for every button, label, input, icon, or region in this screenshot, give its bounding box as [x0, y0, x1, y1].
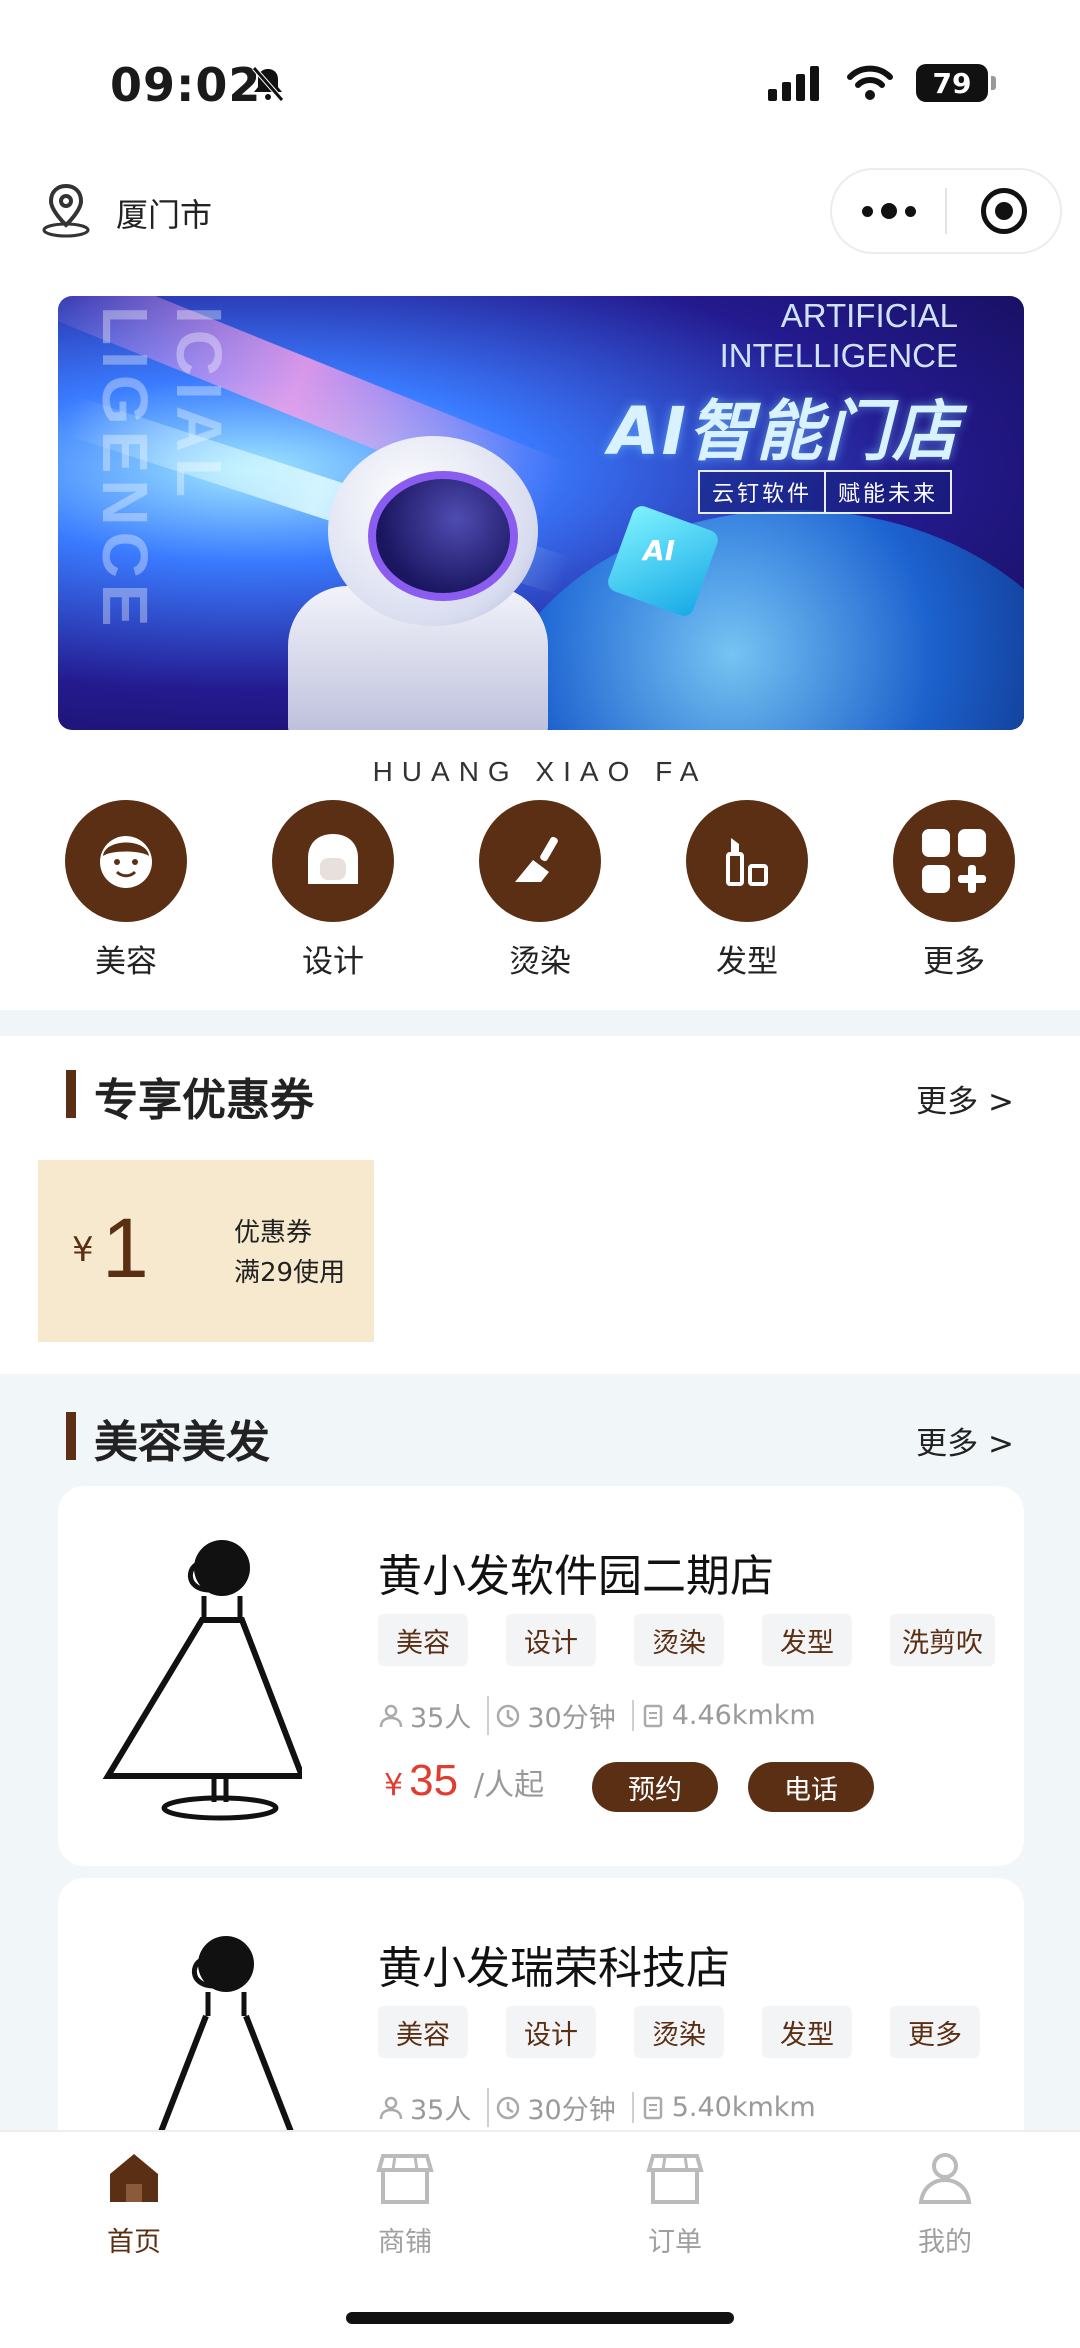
store-tags: 美容 设计 烫染 发型 洗剪吹	[378, 1614, 995, 1666]
call-button[interactable]: 电话	[748, 1762, 874, 1812]
grid-plus-icon	[922, 829, 986, 893]
promo-banner[interactable]: ICIAL LIGENCE AI ARTIFICIAL INTELLIGENCE…	[58, 296, 1024, 730]
close-miniprogram-button[interactable]	[947, 170, 1060, 252]
store-tag: 烫染	[634, 2006, 724, 2058]
lipstick-icon	[726, 838, 768, 886]
store-section-title: 美容美发	[94, 1417, 270, 1468]
store-tag: 发型	[762, 1614, 852, 1666]
store-tag: 洗剪吹	[890, 1614, 995, 1666]
home-indicator	[346, 2312, 734, 2324]
store-avatar	[102, 1540, 302, 1821]
signal-icon	[768, 66, 819, 101]
store-meta: 35人 30分钟 4.46kmkm	[378, 1696, 832, 1735]
location-pin-icon[interactable]	[36, 180, 96, 240]
coupon-more-link[interactable]: 更多 >	[916, 1076, 1014, 1121]
shop-icon	[376, 2154, 434, 2204]
tab-shop[interactable]: 商铺	[315, 2148, 495, 2259]
document-icon	[643, 2096, 662, 2119]
miniprogram-capsule	[830, 168, 1062, 254]
store-avatar	[155, 1936, 297, 2138]
wifi-icon	[847, 65, 893, 100]
store-card[interactable]: 黄小发软件园二期店 美容 设计 烫染 发型 洗剪吹 35人 30分钟 4.46k…	[58, 1486, 1024, 1866]
tab-profile[interactable]: 我的	[855, 2148, 1035, 2259]
store-tag: 烫染	[634, 1614, 724, 1666]
store-meta: 35人 30分钟 5.40kmkm	[378, 2088, 832, 2127]
store-card[interactable]: 黄小发瑞荣科技店 美容 设计 烫染 发型 更多 35人 30分钟 5.40kmk…	[58, 1878, 1024, 2138]
banner-english-text: ARTIFICIAL INTELLIGENCE	[719, 297, 958, 374]
category-more[interactable]: 更多	[879, 800, 1029, 981]
clock-icon	[497, 2096, 520, 2119]
store-tag: 美容	[378, 1614, 468, 1666]
store-tag: 设计	[506, 2006, 596, 2058]
banner-title: AI智能门店	[608, 393, 960, 470]
category-perm-dye[interactable]: 烫染	[465, 800, 615, 981]
clock-icon	[497, 1704, 520, 1727]
more-menu-button[interactable]	[832, 170, 945, 252]
store-section-header: 美容美发 更多 >	[0, 1392, 1080, 1472]
coupon-amount: 1	[102, 1201, 149, 1295]
store-price: ¥ 35 /人起	[384, 1756, 545, 1805]
tab-home[interactable]: 首页	[44, 2148, 224, 2259]
coupon-section-header: 专享优惠券 更多 >	[0, 1050, 1080, 1130]
store-tag-more[interactable]: 更多	[890, 2006, 980, 2058]
tab-orders[interactable]: 订单	[585, 2148, 765, 2259]
category-grid: 美容 设计 烫染 发型 更多	[0, 800, 1080, 980]
store-name: 黄小发瑞荣科技店	[378, 1943, 730, 1994]
user-icon	[918, 2153, 972, 2204]
store-name: 黄小发软件园二期店	[378, 1551, 774, 1602]
coupon-card[interactable]: ¥ 1 优惠券 满29使用	[38, 1160, 374, 1342]
category-hairstyle[interactable]: 发型	[672, 800, 822, 981]
coupon-section-title: 专享优惠券	[94, 1075, 314, 1126]
person-icon	[379, 1704, 403, 1727]
banner-subtitle: 云钉软件 赋能未来	[697, 470, 952, 514]
home-icon	[110, 2154, 158, 2202]
status-time: 09:02	[110, 58, 262, 112]
store-tag: 美容	[378, 2006, 468, 2058]
target-icon	[980, 188, 1027, 234]
battery-indicator: 79	[916, 64, 996, 102]
category-beauty[interactable]: 美容	[51, 800, 201, 981]
store-tag: 发型	[762, 2006, 852, 2058]
city-selector[interactable]: 厦门市	[116, 190, 212, 236]
brush-icon	[515, 836, 558, 882]
document-icon	[643, 1704, 662, 1727]
mute-bell-icon	[252, 66, 284, 102]
nav-bar: 厦门市	[0, 160, 1080, 260]
brand-name: HUANG XIAO FA	[372, 756, 708, 787]
face-icon	[100, 836, 152, 888]
store-more-link[interactable]: 更多 >	[916, 1418, 1014, 1463]
hair-icon	[308, 834, 358, 884]
banner-side-text: ICIAL LIGENCE	[89, 306, 235, 633]
status-bar: 09:02 79	[0, 0, 1080, 150]
book-button[interactable]: 预约	[592, 1762, 718, 1812]
person-icon	[379, 2096, 403, 2119]
store-tags: 美容 设计 烫染 发型 更多	[378, 2006, 980, 2058]
store-tag: 设计	[506, 1614, 596, 1666]
order-icon	[646, 2154, 704, 2204]
more-dots-icon	[861, 203, 916, 219]
category-design[interactable]: 设计	[258, 800, 408, 981]
